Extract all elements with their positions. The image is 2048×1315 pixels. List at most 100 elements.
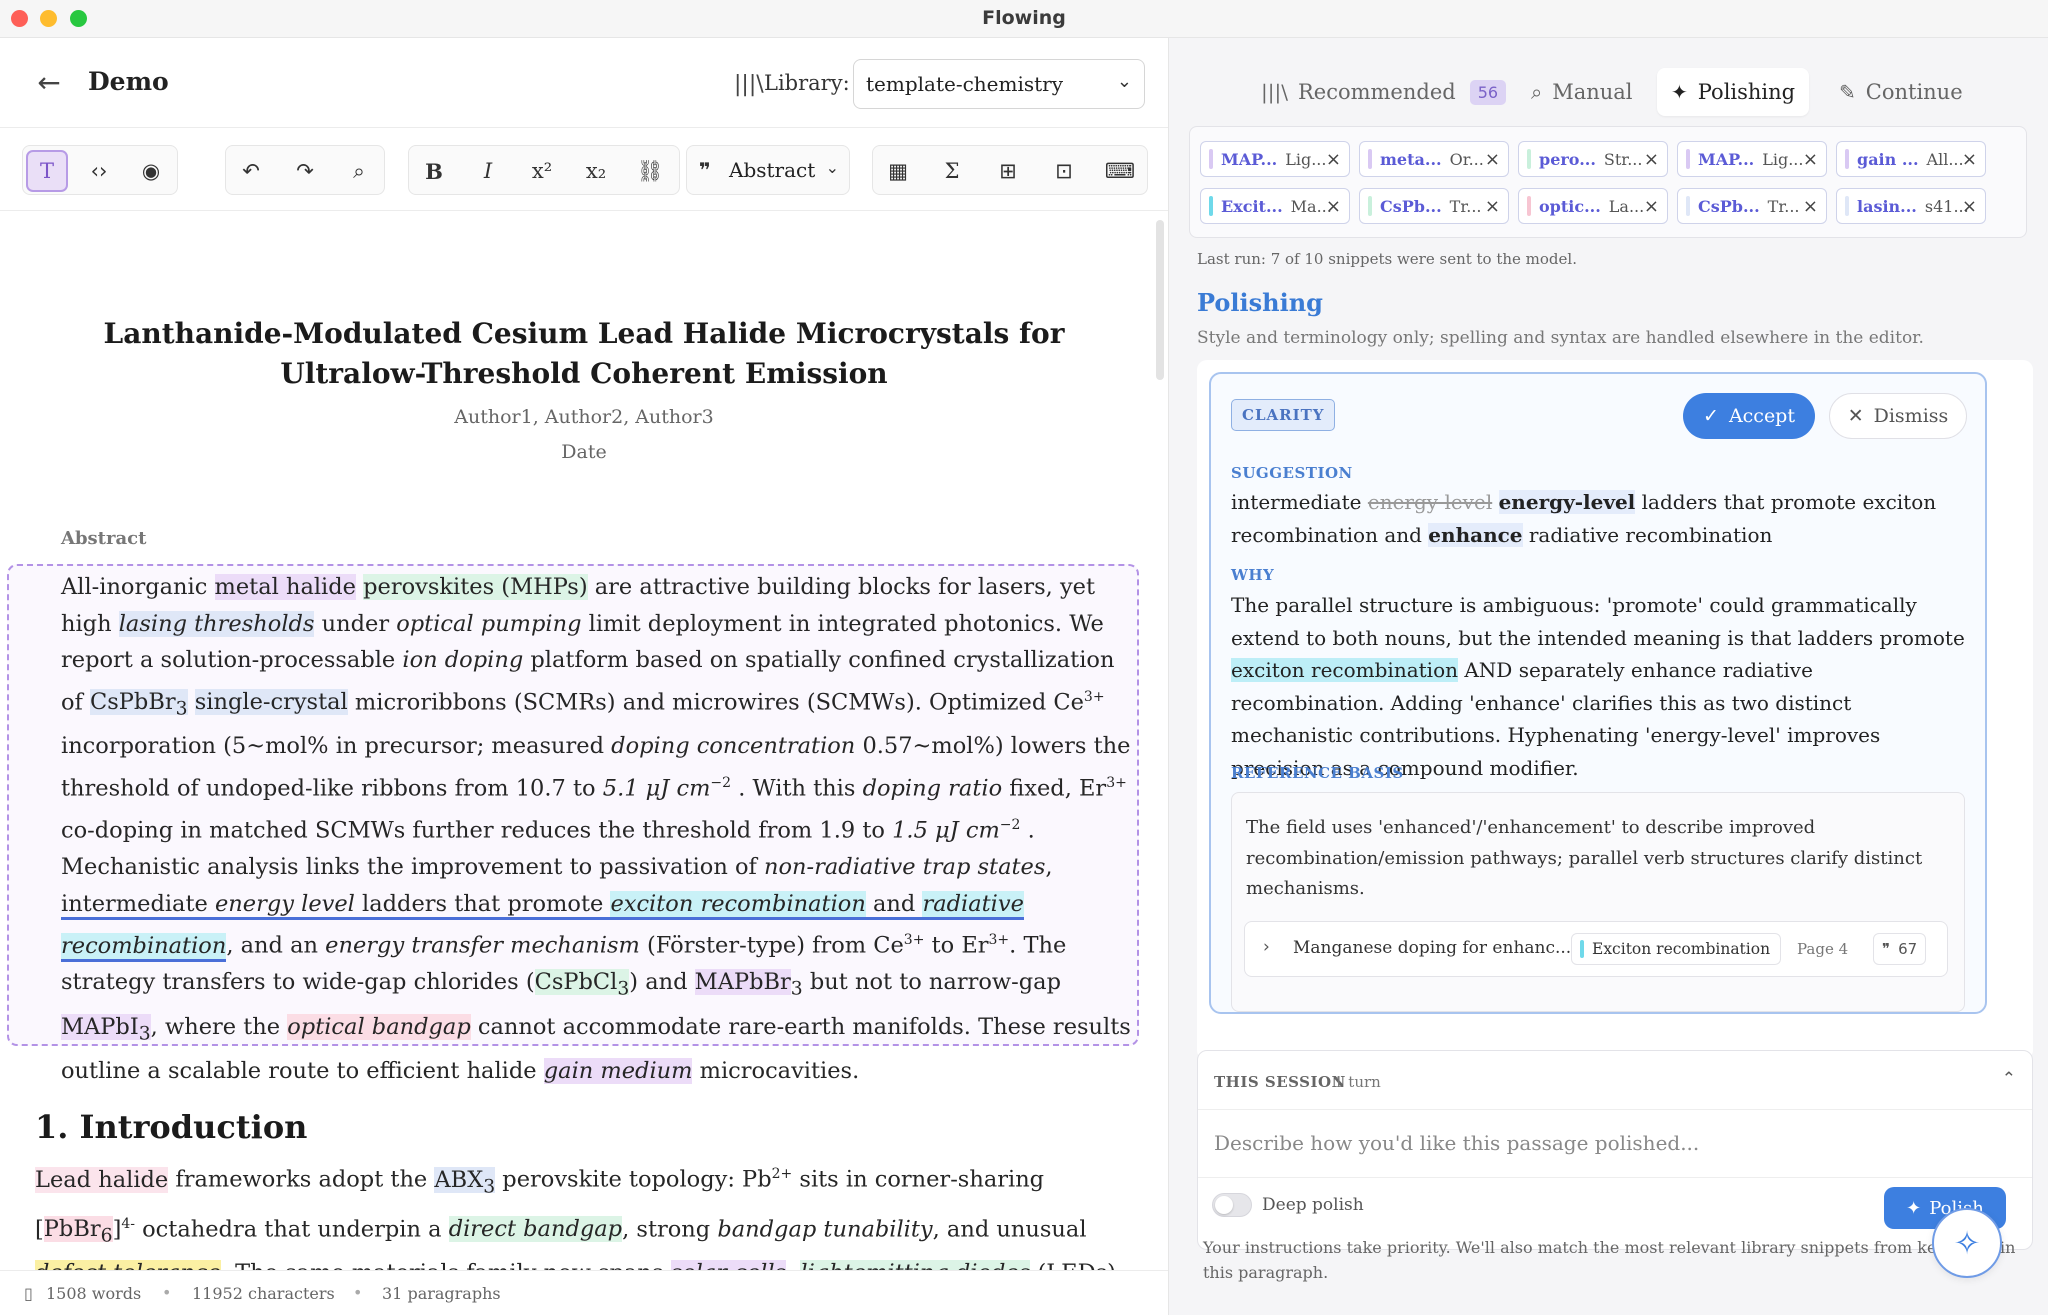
document-body[interactable]: Lanthanide-Modulated Cesium Lead Halide …	[0, 212, 1160, 1270]
view-mode-group: T ‹› ◉	[22, 145, 178, 195]
divider	[1198, 1109, 2032, 1110]
image-plus-icon[interactable]: ⊡	[1043, 150, 1085, 192]
snippet-chip[interactable]: Excit... Ma... ×	[1200, 188, 1350, 224]
accept-button[interactable]: ✓ Accept	[1683, 393, 1815, 439]
reference-source[interactable]: › Manganese doping for enhanc... Exciton…	[1244, 921, 1948, 977]
close-icon[interactable]: ×	[1803, 149, 1818, 170]
snippet-chip[interactable]: optic... La... ×	[1518, 188, 1668, 224]
assistant-fab[interactable]: ✧	[1932, 1208, 2002, 1278]
snippet-chip[interactable]: pero... Str... ×	[1518, 141, 1668, 177]
close-icon[interactable]: ×	[1644, 196, 1659, 217]
close-icon[interactable]: ×	[1485, 149, 1500, 170]
polish-instruction-input[interactable]	[1214, 1119, 2014, 1167]
library-select[interactable]: template-chemistry ⌄	[853, 59, 1145, 109]
section-heading[interactable]: 1. Introduction	[35, 1108, 307, 1146]
editor-pane: ← Demo |||\ Library: template-chemistry …	[0, 38, 1168, 1315]
chip-tag: optic...	[1539, 196, 1601, 216]
italic-icon[interactable]: I	[467, 150, 509, 192]
sparkle-icon: ✦	[1906, 1197, 1922, 1219]
color-marker	[1368, 196, 1372, 216]
session-turn-count: 1 turn	[1334, 1073, 1381, 1091]
paper-authors[interactable]: Author1, Author2, Author3	[60, 406, 1108, 428]
search-icon[interactable]: ⌕	[338, 150, 380, 192]
color-marker	[1845, 149, 1849, 169]
snippet-chip[interactable]: CsPb... Tr... ×	[1677, 188, 1827, 224]
calculator-icon[interactable]: ▦	[877, 150, 919, 192]
panel-tabs: |||\ Recommended 56 ⌕ Manual ✦ Polishing…	[1169, 38, 2048, 126]
separator-dot: •	[162, 1283, 172, 1302]
keyboard-icon[interactable]: ⌨	[1099, 150, 1141, 192]
close-icon[interactable]: ×	[1803, 196, 1818, 217]
code-view-icon[interactable]: ‹›	[78, 150, 120, 192]
close-icon[interactable]: ×	[1485, 196, 1500, 217]
snippet-chip[interactable]: CsPb... Tr... ×	[1359, 188, 1509, 224]
chip-tag: MAP...	[1698, 149, 1755, 169]
chip-tag: gain ...	[1857, 149, 1919, 169]
reference-basis-label: REFERENCE BASIS	[1231, 764, 1404, 782]
close-icon[interactable]: ×	[1326, 149, 1341, 170]
deep-polish-toggle[interactable]	[1212, 1193, 1252, 1217]
sigma-icon[interactable]: Σ	[931, 150, 973, 192]
close-icon[interactable]: ×	[1962, 149, 1977, 170]
preview-eye-icon[interactable]: ◉	[130, 150, 172, 192]
document-icon: ▯	[24, 1284, 33, 1303]
quote-icon: ❞	[699, 158, 711, 182]
chip-tag: pero...	[1539, 149, 1596, 169]
abstract-label: Abstract	[61, 528, 147, 549]
snippet-chip[interactable]: lasin... s41... ×	[1836, 188, 1986, 224]
tab-recommended[interactable]: |||\ Recommended 56	[1247, 68, 1520, 116]
polishing-subtitle: Style and terminology only; spelling and…	[1197, 328, 1924, 348]
snippet-chip[interactable]: meta... Or... ×	[1359, 141, 1509, 177]
tab-polishing[interactable]: ✦ Polishing	[1657, 68, 1810, 116]
reference-basis: The field uses 'enhanced'/'enhancement' …	[1231, 792, 1965, 1012]
paper-date[interactable]: Date	[60, 441, 1108, 463]
reference-tag: Exciton recombination	[1571, 933, 1782, 965]
chip-tag: meta...	[1380, 149, 1442, 169]
chip-label: Or...	[1449, 149, 1484, 169]
back-arrow-icon[interactable]: ←	[34, 68, 64, 98]
undo-icon[interactable]: ↶	[230, 150, 272, 192]
tab-label: Recommended	[1297, 80, 1456, 104]
pen-icon: ✎	[1839, 80, 1856, 104]
session-box: THIS SESSION 1 turn ⌃ Deep polish ✦Polis…	[1197, 1050, 2033, 1250]
chip-tag: CsPb...	[1698, 196, 1760, 216]
quote-icon: ❞	[1882, 940, 1891, 958]
window-title: Flowing	[982, 7, 1066, 29]
superscript-icon[interactable]: x²	[521, 150, 563, 192]
tab-manual[interactable]: ⌕ Manual	[1517, 68, 1647, 116]
search-icon: ⌕	[1531, 80, 1543, 104]
chip-tag: CsPb...	[1380, 196, 1442, 216]
snippet-chip[interactable]: MAP... Lig... ×	[1200, 141, 1350, 177]
link-icon[interactable]: ⛓	[629, 150, 671, 192]
paragraph-count: 31 paragraphs	[382, 1284, 501, 1303]
color-marker	[1527, 149, 1531, 169]
snippet-chip[interactable]: gain ... All... ×	[1836, 141, 1986, 177]
color-marker	[1686, 149, 1690, 169]
library-select-value: template-chemistry	[866, 72, 1064, 96]
dismiss-button[interactable]: ✕ Dismiss	[1829, 393, 1967, 439]
chevron-right-icon[interactable]: ›	[1263, 937, 1270, 957]
suggestion-label: SUGGESTION	[1231, 464, 1353, 482]
last-run-note: Last run: 7 of 10 snippets were sent to …	[1197, 250, 1577, 268]
reference-title: Manganese doping for enhanc...	[1293, 938, 1572, 958]
divider	[1198, 1177, 2032, 1178]
text-mode-icon[interactable]: T	[26, 150, 68, 192]
tab-continue[interactable]: ✎ Continue	[1825, 68, 1977, 116]
close-icon[interactable]: ×	[1326, 196, 1341, 217]
abstract-paragraph[interactable]: All-inorganic metal halide perovskites (…	[7, 564, 1139, 1084]
intro-paragraph[interactable]: Lead halide frameworks adopt the ABX3 pe…	[35, 1156, 1145, 1270]
paper-title[interactable]: Lanthanide-Modulated Cesium Lead Halide …	[60, 314, 1108, 394]
chevron-up-icon[interactable]: ⌃	[2002, 1069, 2016, 1089]
table-icon[interactable]: ⊞	[987, 150, 1029, 192]
close-icon[interactable]: ×	[1644, 149, 1659, 170]
status-bar: ▯ 1508 words • 11952 characters • 31 par…	[0, 1270, 1168, 1315]
close-icon[interactable]: ×	[1962, 196, 1977, 217]
bold-icon[interactable]: B	[413, 150, 455, 192]
library-label: Library:	[764, 71, 850, 95]
word-count: 1508 words	[46, 1284, 142, 1303]
block-style-dropdown[interactable]: ❞ Abstract ⌄	[686, 145, 850, 195]
redo-icon[interactable]: ↷	[284, 150, 326, 192]
subscript-icon[interactable]: x₂	[575, 150, 617, 192]
snippet-chip[interactable]: MAP... Lig... ×	[1677, 141, 1827, 177]
abstract-text[interactable]: All-inorganic metal halide perovskites (…	[61, 566, 1135, 1089]
